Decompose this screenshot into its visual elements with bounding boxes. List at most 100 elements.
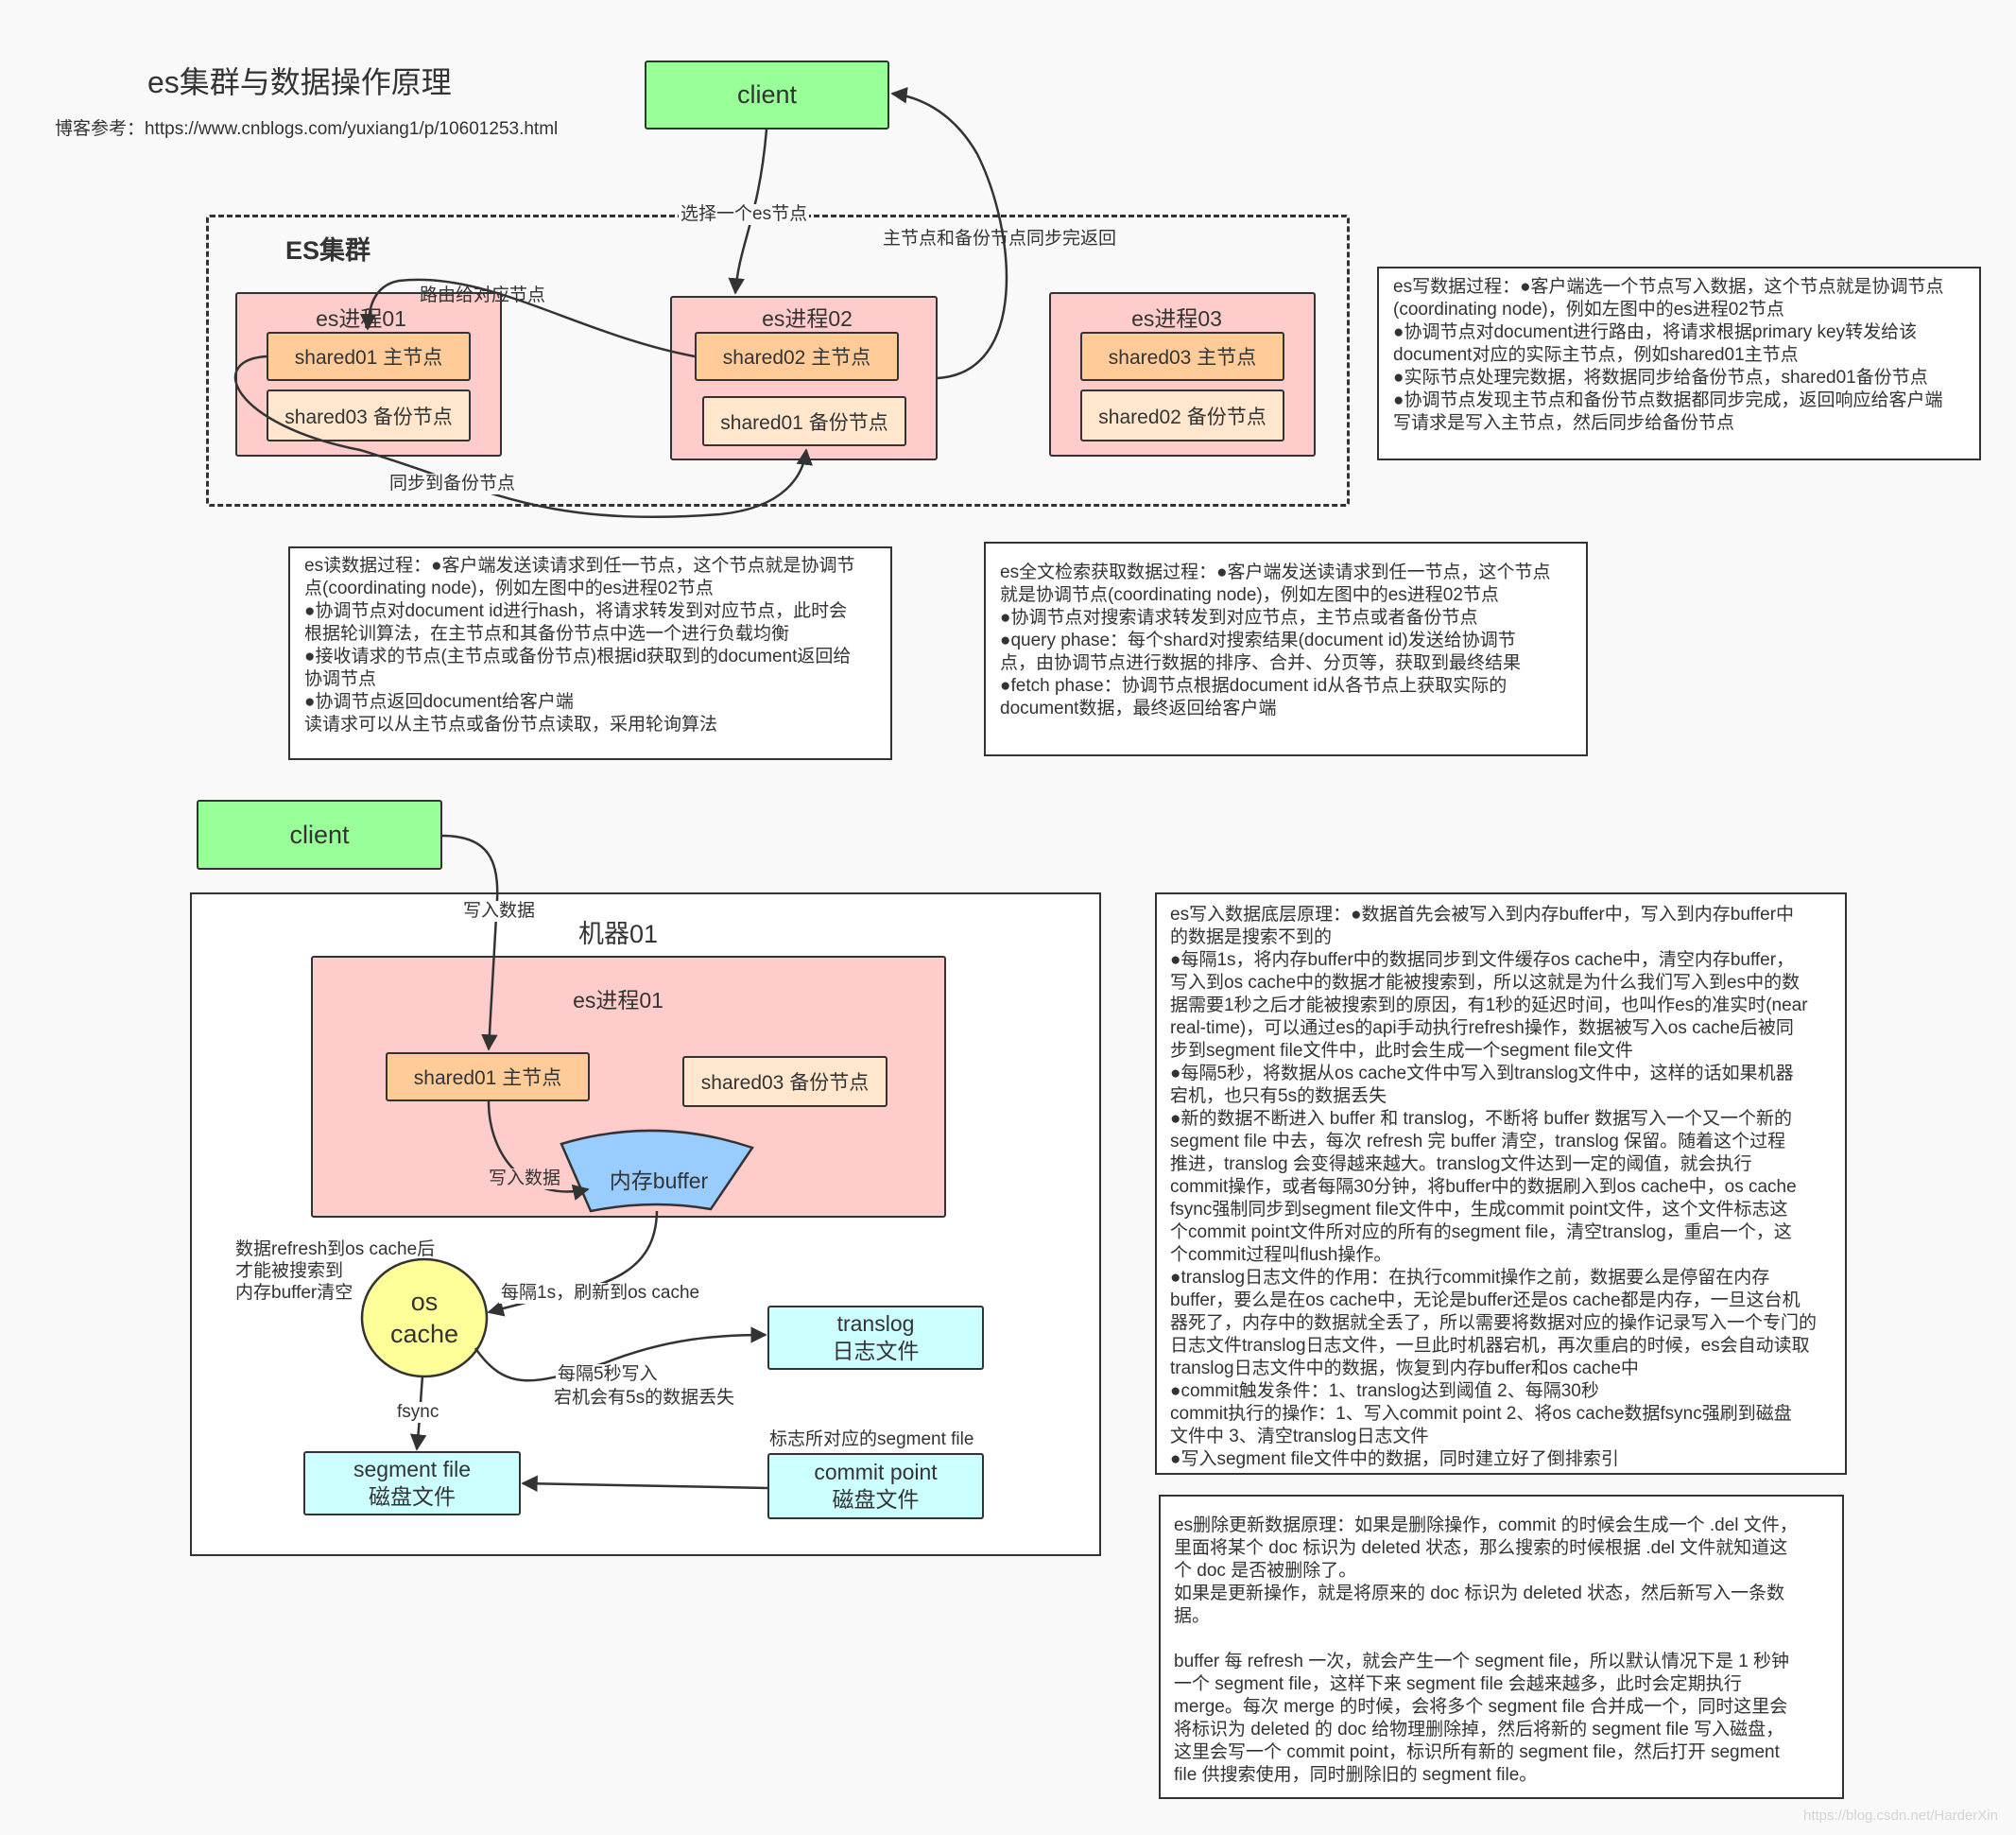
note-line: 推进，translog 会变得越来越大。translog文件达到一定的阈值，就会… <box>1170 1154 1752 1174</box>
note-line: 个 doc 是否被删除了。 <box>1174 1561 1357 1581</box>
note-line: translog日志文件中的数据，恢复到内存buffer和os cache中 <box>1170 1359 1639 1378</box>
commit-line2: 磁盘文件 <box>832 1487 920 1512</box>
edge-label-fsync: fsync <box>395 1402 441 1423</box>
edge-label-client-write: 写入数据 <box>461 901 538 922</box>
note-line: document数据，最终返回给客户端 <box>1000 699 1277 718</box>
read-process-note: es读数据过程：●客户端发送读请求到任一节点，这个节点就是协调节 点(coordi… <box>288 546 892 760</box>
note-line: 如果是更新操作，就是将原来的 doc 标识为 deleted 状态，然后新写入一… <box>1174 1584 1785 1603</box>
process-label: es进程02 <box>762 306 853 331</box>
note-line: 一个 segment file，这样下来 segment file 会越来越多，… <box>1174 1674 1742 1694</box>
note-line: ●commit触发条件：1、translog达到阈值 2、每隔30秒 <box>1170 1381 1599 1401</box>
note-line: ●协调节点对搜索请求转发到对应节点，主节点或者备份节点 <box>1000 608 1478 628</box>
replica-shard: shared03 备份节点 <box>267 390 471 441</box>
note-line: 读请求可以从主节点或备份节点读取，采用轮询算法 <box>304 715 718 735</box>
note-line: ●协调节点对document id进行hash，将请求转发到对应节点，此时会 <box>304 601 848 621</box>
note-line: 里面将某个 doc 标识为 deleted 状态，那么搜索的时候根据 .del … <box>1174 1538 1788 1558</box>
note-line: real-time)，可以通过es的api手动执行refresh操作，数据被写入… <box>1170 1018 1794 1038</box>
reference-link[interactable]: 博客参考：https://www.cnblogs.com/yuxiang1/p/… <box>55 114 558 140</box>
note-line: ●协调节点对document进行路由，将请求根据primary key转发给该 <box>1393 322 1918 342</box>
replica-shard: shared01 备份节点 <box>702 396 906 446</box>
primary-shard: shared01 主节点 <box>386 1052 590 1101</box>
note-line: es删除更新数据原理：如果是删除操作，commit 的时候会生成一个 .del … <box>1174 1515 1798 1535</box>
primary-shard: shared02 主节点 <box>695 332 899 381</box>
translog-line1: translog <box>836 1311 915 1336</box>
client-node-2: client <box>197 800 442 870</box>
note-line: ●fetch phase：协调节点根据document id从各节点上获取实际的 <box>1000 676 1508 696</box>
note-line: es读数据过程：●客户端发送读请求到任一节点，这个节点就是协调节 <box>304 556 855 576</box>
note-line: ●协调节点发现主节点和备份节点数据都同步完成，返回响应给客户端 <box>1393 390 1943 410</box>
replica-shard: shared03 备份节点 <box>682 1056 887 1107</box>
os-cache-line2: cache <box>389 1320 459 1348</box>
segment-line2: 磁盘文件 <box>369 1484 456 1509</box>
process-label: es进程01 <box>573 988 663 1013</box>
refresh-note-line: 才能被搜索到 <box>235 1261 344 1281</box>
note-line: ●每隔5秒，将数据从os cache文件中写入到translog文件中，这样的话… <box>1170 1064 1794 1083</box>
note-line: 写请求是写入主节点，然后同步给备份节点 <box>1393 413 1735 433</box>
note-line: 协调节点 <box>304 669 377 689</box>
note-line: merge。每次 merge 的时候，会将多个 segment file 合并成… <box>1174 1697 1788 1717</box>
search-process-note: es全文检索获取数据过程：●客户端发送读请求到任一节点，这个节点 就是协调节点(c… <box>984 542 1588 756</box>
note-line: 这里会写一个 commit point，标识所有新的 segment file，… <box>1174 1742 1780 1762</box>
note-line: 个commit过程叫flush操作。 <box>1170 1245 1392 1265</box>
note-line <box>1174 1628 1835 1651</box>
refresh-note-line: 内存buffer清空 <box>235 1283 353 1303</box>
note-line: 个commit point文件所对应的所有的segment file，清空tra… <box>1170 1222 1792 1242</box>
translog-file: translog 日志文件 <box>767 1306 984 1370</box>
note-line: 写入到os cache中的数据才能被搜索到，所以这就是为什么我们写入到es中的数 <box>1170 973 1801 993</box>
edge-label-route: 路由给对应节点 <box>420 286 546 305</box>
edge-label-commit-marks: 标志所对应的segment file <box>767 1429 976 1450</box>
note-line: ●每隔1s，将内存buffer中的数据同步到文件缓存os cache中，清空内存… <box>1170 950 1795 970</box>
watermark: https://blog.csdn.net/HarderXin <box>1803 1808 1998 1824</box>
write-process-note: es写数据过程：●客户端选一个节点写入数据，这个节点就是协调节点 (coordin… <box>1377 267 1981 460</box>
note-line: 文件中 3、清空translog日志文件 <box>1170 1427 1429 1446</box>
primary-shard: shared01 主节点 <box>267 332 471 381</box>
refresh-note-line: 数据refresh到os cache后 <box>235 1239 436 1259</box>
note-line: commit执行的操作：1、写入commit point 2、将os cache… <box>1170 1404 1792 1424</box>
note-line: 日志文件translog日志文件，一旦此时机器宕机，再次重启的时候，es会自动读… <box>1170 1336 1810 1356</box>
note-line: ●协调节点返回document给客户端 <box>304 692 574 712</box>
note-line: 就是协调节点(coordinating node)，例如左图中的es进程02节点 <box>1000 585 1499 605</box>
edge-label-sync-replica: 同步到备份节点 <box>388 474 518 494</box>
delete-update-note: es删除更新数据原理：如果是删除操作，commit 的时候会生成一个 .del … <box>1159 1495 1844 1799</box>
note-line: ●写入segment file文件中的数据，同时建立好了倒排索引 <box>1170 1449 1619 1469</box>
note-line: 点，由协调节点进行数据的排序、合并、分页等，获取到最终结果 <box>1000 653 1522 673</box>
note-line: ●实际节点处理完数据，将数据同步给备份节点，shared01备份节点 <box>1393 368 1928 388</box>
commit-point-file: commit point 磁盘文件 <box>767 1453 984 1519</box>
note-line: 根据轮训算法，在主节点和其备份节点中选一个进行负载均衡 <box>304 624 790 644</box>
note-line: buffer，要么是在os cache中，无论是buffer还是os cache… <box>1170 1290 1801 1310</box>
edge-label-select-node: 选择一个es节点 <box>679 204 810 225</box>
note-line: es全文检索获取数据过程：●客户端发送读请求到任一节点，这个节点 <box>1000 563 1551 582</box>
segment-line1: segment file <box>353 1457 471 1481</box>
note-line: (coordinating node)，例如左图中的es进程02节点 <box>1393 300 1784 320</box>
note-line: ●接收请求的节点(主节点或备份节点)根据id获取到的document返回给 <box>304 647 852 666</box>
note-line: file 供搜索使用，同时删除旧的 segment file。 <box>1174 1765 1538 1785</box>
segment-file: segment file 磁盘文件 <box>303 1451 521 1515</box>
note-line: 点(coordinating node)，例如左图中的es进程02节点 <box>304 579 714 598</box>
note-line: segment file 中去，每次 refresh 完 buffer 清空，t… <box>1170 1132 1786 1151</box>
primary-shard: shared03 主节点 <box>1080 332 1284 381</box>
note-line: 据需要1秒之后才能被搜索到的原因，有1秒的延迟时间，也叫作es的准实时(near <box>1170 995 1808 1015</box>
note-line: fsync强制同步到segment file文件中，生成commit point… <box>1170 1200 1788 1220</box>
note-line: ●query phase：每个shard对搜索结果(document id)发送… <box>1000 631 1516 650</box>
machine-label: 机器01 <box>577 920 659 948</box>
edge-label-sync-return: 主节点和备份节点同步完返回 <box>883 229 1117 249</box>
note-line: es写入数据底层原理：●数据首先会被写入到内存buffer中，写入到内存buff… <box>1170 905 1795 925</box>
note-line: 步到segment file文件中，此时会生成一个segment file文件 <box>1170 1041 1633 1061</box>
commit-line1: commit point <box>814 1460 938 1484</box>
replica-shard: shared02 备份节点 <box>1080 390 1284 441</box>
note-line: 将标识为 deleted 的 doc 给物理删除掉，然后将新的 segment … <box>1174 1720 1784 1740</box>
edge-label-refresh-1s: 每隔1s，刷新到os cache <box>499 1283 702 1304</box>
note-line: buffer 每 refresh 一次，就会产生一个 segment file，… <box>1174 1652 1790 1671</box>
note-line: 宕机，也只有5s的数据丢失 <box>1170 1086 1387 1106</box>
client-node: client <box>645 61 889 130</box>
note-line: commit操作，或者每隔30分钟，将buffer中的数据刷入到os cache… <box>1170 1177 1797 1197</box>
note-line: document对应的实际主节点，例如shared01主节点 <box>1393 345 1799 365</box>
note-line: es写数据过程：●客户端选一个节点写入数据，这个节点就是协调节点 <box>1393 277 1944 297</box>
note-line: 的数据是搜索不到的 <box>1170 927 1333 947</box>
process-label: es进程01 <box>316 306 406 331</box>
note-line: 器死了，内存中的数据就全丢了，所以需要将数据对应的操作记录写入一个专门的 <box>1170 1313 1818 1333</box>
note-line: ●新的数据不断进入 buffer 和 translog，不断将 buffer 数… <box>1170 1109 1792 1129</box>
cluster-label: ES集群 <box>285 236 371 265</box>
low-level-write-note: es写入数据底层原理：●数据首先会被写入到内存buffer中，写入到内存buff… <box>1155 892 1847 1475</box>
note-line: 据。 <box>1174 1606 1211 1626</box>
